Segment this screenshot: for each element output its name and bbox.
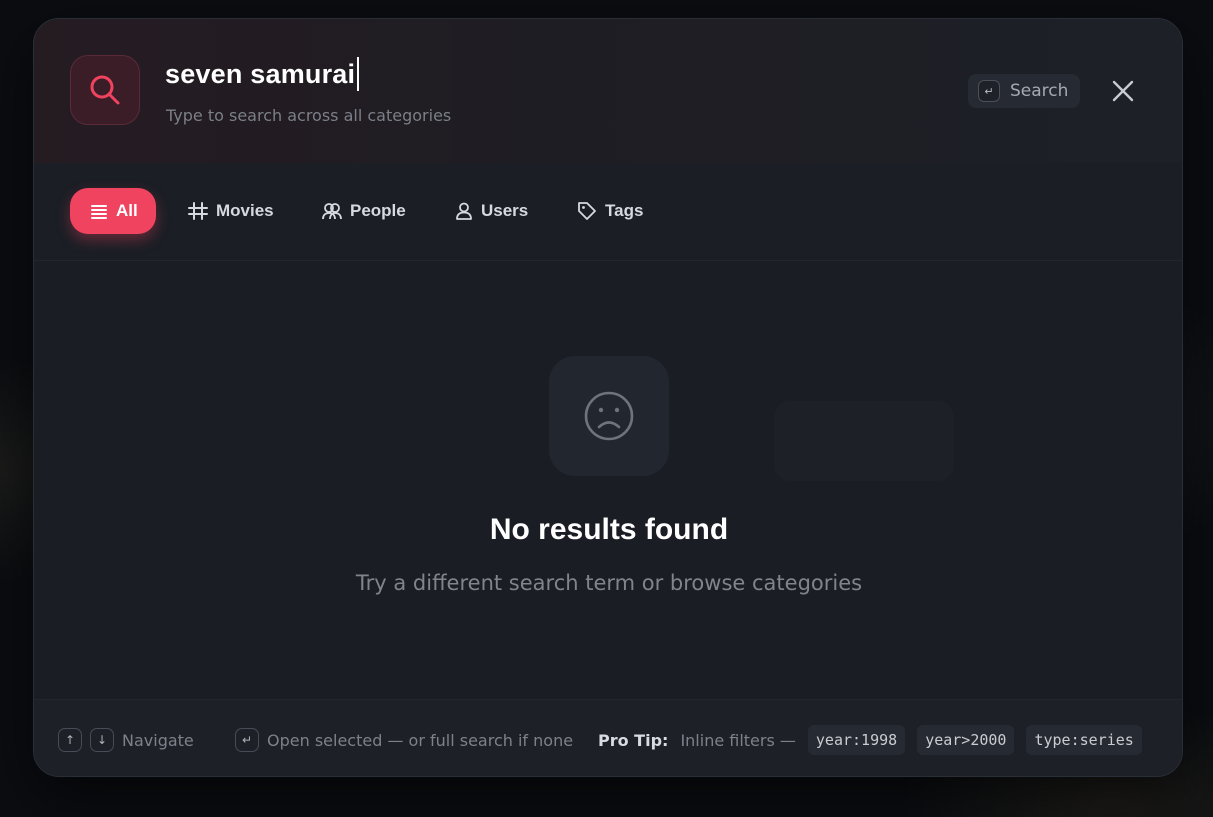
enter-key-icon: ↵ — [235, 728, 259, 752]
arrow-up-key-icon: ↑ — [58, 728, 82, 752]
tab-people[interactable]: People — [322, 188, 406, 234]
tab-tags-label: Tags — [605, 201, 644, 220]
hash-icon — [188, 202, 208, 220]
close-icon — [1112, 80, 1134, 102]
tab-movies[interactable]: Movies — [188, 188, 274, 234]
user-icon — [456, 202, 472, 220]
sad-face-icon — [549, 356, 669, 476]
tab-movies-label: Movies — [216, 201, 274, 220]
people-icon — [322, 203, 342, 220]
search-icon — [70, 55, 140, 125]
empty-state-title: No results found — [489, 513, 729, 546]
filter-chip[interactable]: year:1998 — [807, 725, 906, 755]
filter-chip[interactable]: type:series — [1026, 725, 1142, 755]
background-ghost — [774, 401, 954, 481]
enter-key-icon: ↵ — [978, 80, 1000, 102]
search-button[interactable]: ↵ Search — [968, 74, 1081, 108]
text-caret — [357, 57, 360, 91]
empty-state-subtitle: Try a different search term or browse ca… — [355, 571, 863, 595]
arrow-down-key-icon: ↓ — [90, 728, 114, 752]
open-label: Open selected — or full search if none — [267, 730, 574, 750]
category-tabs: All Movies People Users Tags — [34, 163, 1182, 261]
pro-tip: Pro Tip: Inline filters — year:1998 year… — [598, 725, 1142, 755]
tab-users-label: Users — [481, 201, 529, 220]
empty-state: No results found Try a different search … — [34, 261, 1182, 698]
hint-open: ↵ Open selected — or full search if none — [235, 727, 573, 753]
list-icon — [91, 205, 107, 219]
search-input[interactable]: seven samurai — [165, 57, 360, 91]
search-modal: seven samurai Type to search across all … — [33, 18, 1183, 777]
hint-navigate: ↑ ↓ Navigate — [58, 727, 194, 753]
search-header: seven samurai Type to search across all … — [34, 19, 1182, 164]
tag-icon — [578, 202, 596, 220]
tab-all-label: All — [116, 201, 138, 220]
search-subtitle: Type to search across all categories — [166, 106, 452, 125]
tab-people-label: People — [350, 201, 406, 220]
pro-tip-label: Pro Tip: — [598, 730, 669, 750]
pro-tip-text: Inline filters — — [680, 730, 796, 750]
close-button[interactable] — [1110, 78, 1136, 104]
filter-chip[interactable]: year>2000 — [917, 725, 1015, 755]
search-query-text: seven samurai — [165, 58, 356, 89]
navigate-label: Navigate — [122, 730, 194, 750]
tab-users[interactable]: Users — [455, 188, 528, 234]
tab-all[interactable]: All — [70, 188, 156, 234]
tab-tags[interactable]: Tags — [577, 188, 643, 234]
search-button-label: Search — [1010, 81, 1069, 101]
footer-hints: ↑ ↓ Navigate ↵ Open selected — or full s… — [34, 699, 1182, 776]
